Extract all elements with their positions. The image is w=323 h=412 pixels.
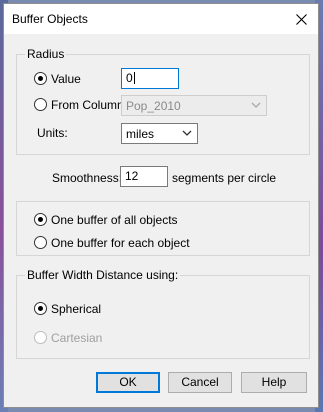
distance-group: Buffer Width Distance using: Spherical C… bbox=[16, 268, 310, 359]
units-label: Units: bbox=[37, 126, 68, 140]
value-radio-label[interactable]: Value bbox=[51, 72, 81, 86]
cartesian-label[interactable]: Cartesian bbox=[51, 331, 102, 345]
units-select-value: miles bbox=[126, 127, 155, 141]
smoothness-label: Smoothness: bbox=[52, 171, 123, 185]
smoothness-value: 12 bbox=[125, 169, 139, 183]
distance-group-label: Buffer Width Distance using: bbox=[25, 268, 181, 282]
smoothness-input[interactable]: 12 bbox=[120, 166, 168, 187]
buffer-mode-group: One buffer of all objects One buffer for… bbox=[16, 201, 310, 256]
value-radio[interactable] bbox=[34, 72, 47, 85]
one-buffer-all-radio[interactable] bbox=[34, 213, 47, 226]
column-select-value: Pop_2010 bbox=[126, 99, 181, 113]
buffer-objects-dialog: Buffer Objects Radius Value 0 From Colum… bbox=[3, 3, 319, 408]
units-select[interactable]: miles bbox=[121, 123, 198, 144]
spherical-label[interactable]: Spherical bbox=[51, 302, 101, 316]
from-column-radio-label[interactable]: From Column bbox=[51, 98, 124, 112]
chevron-down-icon bbox=[251, 102, 261, 108]
radius-group-label: Radius bbox=[25, 47, 67, 61]
cancel-button[interactable]: Cancel bbox=[168, 372, 232, 393]
radius-value-text: 0 bbox=[126, 71, 133, 85]
one-buffer-each-label[interactable]: One buffer for each object bbox=[51, 236, 190, 250]
radius-group: Radius Value 0 From Column Pop_2010 Unit… bbox=[16, 47, 310, 155]
radius-value-input[interactable]: 0 bbox=[121, 68, 179, 89]
cartesian-radio[interactable] bbox=[34, 331, 47, 344]
smoothness-suffix: segments per circle bbox=[172, 171, 277, 185]
ok-button[interactable]: OK bbox=[96, 372, 160, 393]
one-buffer-each-radio[interactable] bbox=[34, 236, 47, 249]
text-caret bbox=[133, 72, 135, 84]
spherical-radio[interactable] bbox=[34, 302, 47, 315]
close-icon bbox=[295, 13, 307, 25]
one-buffer-all-label[interactable]: One buffer of all objects bbox=[51, 213, 178, 227]
dialog-title: Buffer Objects bbox=[12, 12, 88, 26]
close-button[interactable] bbox=[286, 5, 316, 33]
title-bar[interactable]: Buffer Objects bbox=[4, 4, 318, 34]
help-button[interactable]: Help bbox=[241, 372, 307, 393]
column-select[interactable]: Pop_2010 bbox=[121, 95, 267, 116]
from-column-radio[interactable] bbox=[34, 98, 47, 111]
chevron-down-icon bbox=[182, 130, 192, 136]
